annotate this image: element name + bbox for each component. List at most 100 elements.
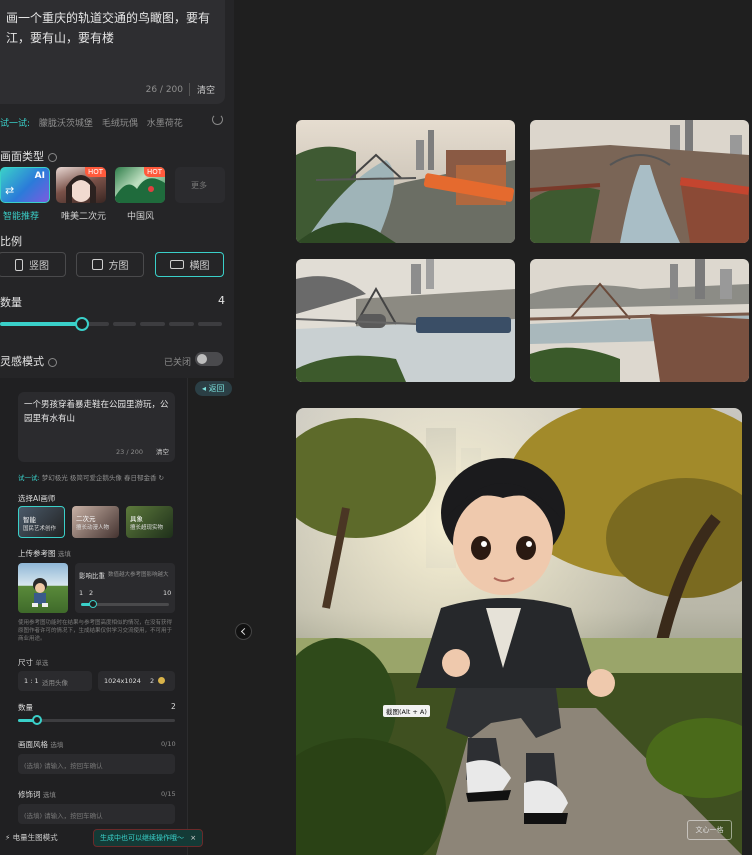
- ratio-label: 竖图: [29, 261, 49, 272]
- inspiration-state: 已关闭: [164, 358, 192, 368]
- style-card-anime[interactable]: HOT: [56, 167, 106, 203]
- reference-thumbnail[interactable]: [18, 563, 68, 613]
- screenshot-tooltip: 截图(Alt + A): [383, 705, 430, 717]
- style-counter: 0/10: [161, 740, 176, 748]
- ratio-square-button[interactable]: 方图: [76, 252, 144, 277]
- info-icon[interactable]: [48, 357, 57, 367]
- slider-segment: [86, 322, 109, 326]
- clear-button[interactable]: 清空: [188, 83, 215, 96]
- style-placeholder: (选填) 请输入，按回车确认: [24, 762, 103, 770]
- slider-segment: [169, 322, 194, 326]
- suggestion-chip[interactable]: 极简可爱企鹅头像: [70, 474, 122, 482]
- slider-fill: [0, 322, 82, 326]
- painter-name: 二次元: [76, 515, 96, 523]
- city-aerial-image: [530, 120, 749, 243]
- ratio-landscape-button[interactable]: 横图: [155, 252, 224, 277]
- back-button[interactable]: ◂ 返回: [195, 381, 232, 396]
- result-image-3[interactable]: [296, 259, 515, 382]
- style-section-title: 画面类型: [0, 148, 57, 164]
- style-caption: 中国风: [127, 212, 155, 222]
- painter-label: 选择AI画师: [18, 494, 56, 503]
- inspiration-title: 灵感模式: [0, 353, 57, 369]
- bolt-icon: ⚡: [5, 833, 13, 842]
- slider-segment: [140, 322, 165, 326]
- modifier-label: 修饰词 选填: [18, 789, 56, 800]
- quantity-value: 4: [218, 294, 225, 307]
- inspiration-toggle[interactable]: [195, 352, 223, 366]
- size-resolution-select[interactable]: 1024x1024 2: [98, 671, 175, 691]
- landscape-icon: [169, 260, 184, 269]
- influence-label: 影响比重: [79, 572, 105, 580]
- suggestion-chip[interactable]: 毛绒玩偶: [102, 119, 138, 129]
- mode-label[interactable]: ⚡ 电量生图模式: [5, 832, 58, 843]
- style-card-chinese[interactable]: HOT: [115, 167, 165, 203]
- slider-segment: [113, 322, 136, 326]
- result-image-4[interactable]: [530, 259, 749, 382]
- ratio-label: 横图: [189, 261, 210, 272]
- size-label-text: 尺寸: [18, 658, 33, 667]
- size-resolution: 1024x1024: [104, 677, 141, 685]
- style-card-more[interactable]: 更多: [175, 167, 225, 203]
- ratio-label: 方图: [108, 261, 129, 272]
- painter-card-anime[interactable]: 二次元 擅长动漫人物: [72, 506, 119, 538]
- result-image-1[interactable]: [296, 120, 515, 243]
- prompt-text[interactable]: 画一个重庆的轨道交通的鸟瞰图，要有江，要有山，要有楼: [6, 8, 218, 48]
- lower-try-label: 试一试:: [18, 474, 40, 482]
- modifier-label-text: 修饰词: [18, 790, 41, 799]
- inspiration-label: 灵感模式: [0, 355, 44, 368]
- painter-card-realistic[interactable]: 具象 擅长超现实物: [126, 506, 173, 538]
- style-input[interactable]: (选填) 请输入，按回车确认: [18, 754, 175, 774]
- watermark: 文心一格: [687, 820, 732, 840]
- refresh-icon[interactable]: ↻: [159, 474, 164, 482]
- size-ratio-hint: 适用头像: [42, 679, 68, 687]
- style-caption: 唯美二次元: [61, 212, 107, 222]
- slider-segment: [198, 322, 222, 326]
- suggestion-chip[interactable]: 梦幻极光: [42, 474, 68, 482]
- refresh-icon[interactable]: [212, 114, 223, 125]
- slider-knob[interactable]: [75, 317, 89, 331]
- lower-slider-knob[interactable]: [32, 715, 42, 725]
- suggestion-chip[interactable]: 水墨荷花: [147, 119, 183, 129]
- influence-max: 10: [163, 589, 172, 597]
- painter-name: 智能: [23, 516, 36, 524]
- ratio-portrait-button[interactable]: 竖图: [0, 252, 66, 277]
- suggestion-chip[interactable]: 朦胧沃茨城堡: [39, 119, 93, 129]
- size-ratio-select[interactable]: 1 : 1 适用头像: [18, 671, 92, 691]
- suggestion-chip[interactable]: 春日郁金香: [124, 474, 157, 482]
- info-icon[interactable]: [48, 152, 57, 162]
- try-suggestions: 试一试: 朦胧沃茨城堡 毛绒玩偶 水墨荷花: [0, 116, 189, 129]
- hot-badge: HOT: [143, 167, 165, 177]
- collapse-chevron-icon[interactable]: [235, 623, 252, 640]
- influence-slider[interactable]: [81, 600, 169, 608]
- painter-card-smart[interactable]: 智能 国民艺术创作: [18, 506, 65, 538]
- reference-label-text: 上传参考图: [18, 549, 56, 558]
- lower-prompt-counter: 23 / 200: [116, 448, 143, 456]
- painter-desc: 擅长动漫人物: [76, 525, 110, 531]
- result-image-2[interactable]: [530, 120, 749, 243]
- size-ratio: 1 : 1: [24, 677, 39, 685]
- toast-text: 生成中也可以继续操作哦～: [100, 834, 184, 842]
- generated-main-image[interactable]: [296, 408, 742, 855]
- lower-clear-button[interactable]: 清空: [156, 446, 169, 456]
- lower-prompt-input[interactable]: 一个男孩穿着暴走鞋在公园里游玩，公园里有水有山 23 / 200 清空: [18, 392, 175, 462]
- city-aerial-image: [296, 120, 515, 243]
- city-aerial-image: [296, 259, 515, 382]
- reference-label: 上传参考图 选填: [18, 548, 71, 559]
- mode-label-text: 电量生图模式: [12, 833, 58, 842]
- portrait-icon: [15, 258, 23, 271]
- prompt-input[interactable]: 画一个重庆的轨道交通的鸟瞰图，要有江，要有山，要有楼 26 / 200 清空: [0, 0, 225, 104]
- back-label: 返回: [208, 384, 225, 393]
- size-sub: 单选: [35, 659, 49, 667]
- lower-try-row: 试一试: 梦幻极光 极简可爱企鹅头像 春日郁金香 ↻: [18, 472, 164, 482]
- influence-box: 影响比重 数值越大参考图影响越大 1 2 10: [75, 563, 175, 613]
- reference-notice: 使用参考图功能时在结果与参考图高度相似的情况，在没有获得原图作者许可的情况下，生…: [18, 620, 173, 642]
- lower-quantity-label: 数量: [18, 703, 33, 712]
- modifier-input[interactable]: (选填) 请输入，按回车确认: [18, 804, 175, 824]
- lower-prompt-text[interactable]: 一个男孩穿着暴走鞋在公园里游玩，公园里有水有山: [24, 398, 170, 426]
- quantity-slider[interactable]: [0, 317, 222, 331]
- influence-knob[interactable]: [89, 600, 97, 608]
- close-icon[interactable]: ×: [190, 834, 196, 842]
- style-card-smart[interactable]: AI ⇄: [0, 167, 50, 203]
- lower-quantity-slider[interactable]: [18, 715, 175, 725]
- style-optional: 选填: [50, 741, 64, 749]
